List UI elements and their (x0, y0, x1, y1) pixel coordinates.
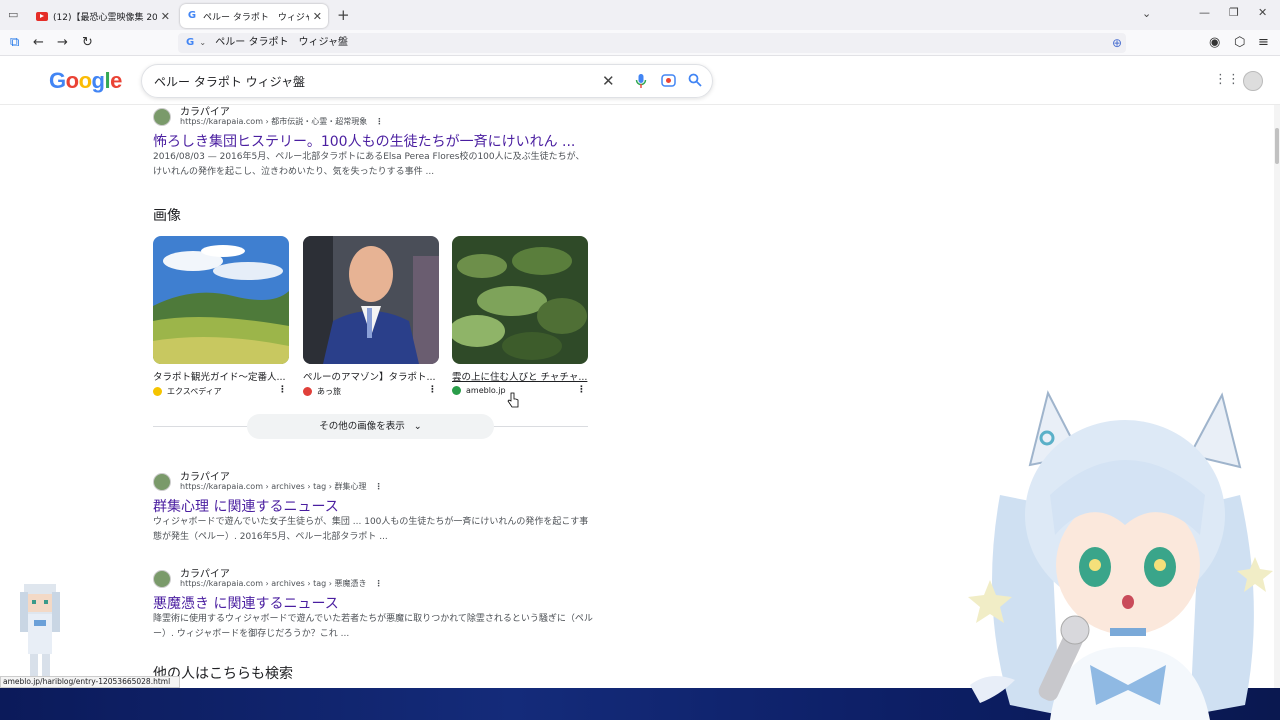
image-source-label: あっ旅 (317, 387, 341, 396)
result-title-link[interactable]: 怖ろしき集団ヒステリー。100人もの生徒たちが一斉にけいれん ... (153, 131, 575, 151)
close-tab-icon[interactable]: ✕ (313, 10, 322, 23)
avatar[interactable] (1243, 71, 1263, 91)
more-options-icon[interactable]: ⋮ (375, 117, 383, 126)
site-favicon (153, 108, 171, 126)
youtube-icon (36, 11, 48, 21)
image-caption[interactable]: ペルーのアマゾン】タラポト... (303, 369, 439, 383)
result-url-text: https://karapaia.com › archives › tag › … (180, 482, 367, 491)
close-tab-icon[interactable]: ✕ (161, 10, 170, 23)
status-bar-url: ameblo.jp/hariblog/entry-12053665028.htm… (0, 676, 180, 688)
site-favicon (153, 570, 171, 588)
image-source-label: ameblo.jp (466, 386, 506, 395)
result-snippet: 2016/08/03 — 2016年5月、ペルー北部タラポトにあるElsa Pe… (153, 152, 585, 177)
pixel-avatar-image (10, 582, 68, 688)
image-card[interactable]: 雲の上に住む人びと チャチャ... ameblo.jp ⋮ (452, 236, 588, 395)
search-result: カラパイア https://karapaia.com › 都市伝説・心霊・超常現… (153, 104, 593, 184)
vtuber-avatar-overlay (960, 385, 1280, 720)
image-source: エクスペディア (153, 386, 289, 397)
more-options-icon[interactable]: ⋮ (375, 579, 383, 588)
images-heading: 画像 (153, 208, 181, 224)
tab-title: (12)【最恐心霊映像集 2022】10選 (53, 12, 157, 23)
maximize-button[interactable]: ❐ (1229, 6, 1239, 19)
site-favicon (153, 473, 171, 491)
search-icon[interactable] (688, 73, 702, 92)
microphone-icon[interactable] (635, 73, 647, 94)
result-url[interactable]: https://karapaia.com › archives › tag › … (180, 578, 383, 589)
navigation-bar: ⧉ ← → ↻ G ⌄ ペルー タラポト ウィジャ盤 ⊕ ◉ ⬡ ≡ (0, 30, 1280, 56)
tab-list-icon[interactable]: ▭ (8, 8, 18, 21)
search-result: カラパイア https://karapaia.com › archives › … (153, 469, 593, 549)
image-caption[interactable]: 雲の上に住む人びと チャチャ... (452, 369, 588, 383)
more-images-button[interactable]: その他の画像を表示 ⌄ (247, 414, 494, 439)
expedia-icon (153, 387, 162, 396)
more-images-label: その他の画像を表示 (319, 421, 405, 432)
result-url-text: https://karapaia.com › 都市伝説・心霊・超常現象 (180, 117, 368, 126)
forward-button[interactable]: → (57, 34, 68, 52)
reload-button[interactable]: ↻ (82, 34, 93, 52)
result-title-link[interactable]: 悪魔憑き に関連するニュース (153, 593, 339, 613)
tab-youtube[interactable]: (12)【最恐心霊映像集 2022】10選 ✕ (30, 4, 176, 28)
google-header: Google ペルー タラポト ウィジャ盤 ✕ ⋮⋮⋮ (0, 57, 1280, 105)
account-icon[interactable]: ◉ (1209, 34, 1220, 52)
google-icon: G (187, 10, 197, 21)
tab-bar: ▭ (12)【最恐心霊映像集 2022】10選 ✕ G ペルー タラポト ウィジ… (0, 0, 1280, 30)
sidebar-icon[interactable]: ⧉ (10, 34, 19, 52)
close-window-button[interactable]: ✕ (1258, 6, 1267, 19)
image-caption[interactable]: タラポト観光ガイド〜定番人... (153, 369, 289, 383)
ameblo-icon (452, 386, 461, 395)
url-text: ペルー タラポト ウィジャ盤 (215, 37, 348, 48)
result-title-link[interactable]: 群集心理 に関連するニュース (153, 496, 339, 516)
chevron-down-icon: ⌄ (413, 421, 422, 432)
more-options-icon[interactable]: ⋮ (278, 385, 287, 395)
scrollbar-thumb[interactable] (1275, 128, 1279, 164)
chevron-down-icon[interactable]: ⌄ (199, 38, 206, 47)
image-card[interactable]: ペルーのアマゾン】タラポト... あっ旅 ⋮ (303, 236, 439, 397)
image-card[interactable]: タラポト観光ガイド〜定番人... エクスペディア ⋮ (153, 236, 289, 397)
google-icon: G (186, 37, 195, 48)
tab-title: ペルー タラポト ウィジャ盤 - Google (203, 12, 309, 23)
menu-icon[interactable]: ≡ (1258, 34, 1269, 52)
jungle-image[interactable] (452, 236, 588, 364)
extensions-icon[interactable]: ⬡ (1234, 34, 1245, 52)
landscape-image[interactable] (153, 236, 289, 364)
hand-cursor-icon (507, 392, 519, 412)
minimize-button[interactable]: — (1199, 6, 1210, 19)
search-input[interactable]: ペルー タラポト ウィジャ盤 (154, 73, 305, 90)
camera-lens-icon[interactable] (661, 73, 676, 93)
search-result: カラパイア https://karapaia.com › archives › … (153, 566, 593, 646)
more-options-icon[interactable]: ⋮ (577, 385, 586, 395)
result-url[interactable]: https://karapaia.com › archives › tag › … (180, 481, 383, 492)
translate-icon[interactable]: ⊕ (1112, 33, 1122, 53)
more-options-icon[interactable]: ⋮ (428, 385, 437, 395)
result-url-text: https://karapaia.com › archives › tag › … (180, 579, 367, 588)
tab-google-search[interactable]: G ペルー タラポト ウィジャ盤 - Google ✕ (180, 4, 328, 28)
google-logo[interactable]: Google (49, 68, 122, 94)
search-box[interactable]: ペルー タラポト ウィジャ盤 ✕ (141, 64, 713, 98)
back-button[interactable]: ← (33, 34, 44, 52)
more-options-icon[interactable]: ⋮ (375, 482, 383, 491)
image-source: あっ旅 (303, 386, 439, 397)
result-snippet: ウィジャボードで遊んでいた女子生徒らが、集団 ... 100人もの生徒たちが一斉… (153, 517, 589, 542)
mannequin-image[interactable] (303, 236, 439, 364)
new-tab-button[interactable]: + (337, 6, 350, 24)
result-snippet: 降霊術に使用するウィジャボードで遊んでいた若者たちが悪魔に取りつかれて除霊される… (153, 614, 593, 639)
attabi-icon (303, 387, 312, 396)
result-url[interactable]: https://karapaia.com › 都市伝説・心霊・超常現象 ⋮ (180, 116, 383, 127)
chevron-down-icon[interactable]: ⌄ (1142, 7, 1151, 20)
image-source: ameblo.jp (452, 386, 588, 395)
clear-icon[interactable]: ✕ (602, 73, 615, 89)
address-bar[interactable]: G ⌄ ペルー タラポト ウィジャ盤 ⊕ (178, 33, 1126, 53)
image-source-label: エクスペディア (167, 387, 222, 396)
